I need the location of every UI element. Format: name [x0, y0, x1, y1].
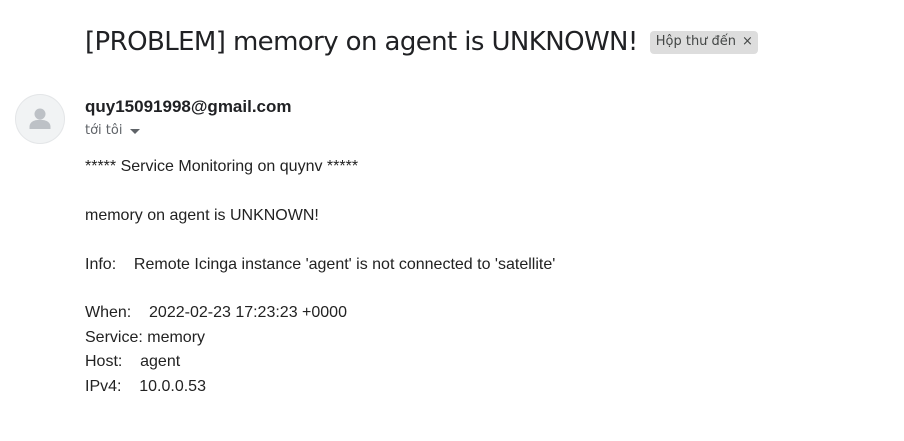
- sender-avatar[interactable]: [15, 94, 65, 144]
- caret-down-icon[interactable]: [130, 128, 141, 134]
- recipient-row: tới tôi: [85, 122, 141, 140]
- email-subject-row: [PROBLEM] memory on agent is UNKNOWN! Hộ…: [85, 25, 758, 59]
- person-avatar-icon: [29, 108, 51, 129]
- body-status-line: memory on agent is UNKNOWN!: [85, 207, 319, 224]
- sender-email: quy15091998@gmail.com: [85, 97, 292, 116]
- label-chip-text: Hộp thư đến: [655, 33, 737, 49]
- body-when-line: When: 2022-02-23 17:23:23 +0000: [85, 304, 347, 321]
- body-header-line: ***** Service Monitoring on quynv *****: [85, 158, 359, 175]
- close-icon[interactable]: ×: [742, 34, 753, 49]
- recipient-label: tới tôi: [85, 123, 123, 138]
- email-subject: [PROBLEM] memory on agent is UNKNOWN!: [85, 27, 638, 57]
- body-host-line: Host: agent: [85, 353, 181, 370]
- label-chip-inbox[interactable]: Hộp thư đến ×: [649, 30, 758, 54]
- body-service-line: Service: memory: [85, 329, 206, 346]
- body-info-line: Info: Remote Icinga instance 'agent' is …: [85, 256, 556, 273]
- body-ipv4-line: IPv4: 10.0.0.53: [85, 378, 206, 395]
